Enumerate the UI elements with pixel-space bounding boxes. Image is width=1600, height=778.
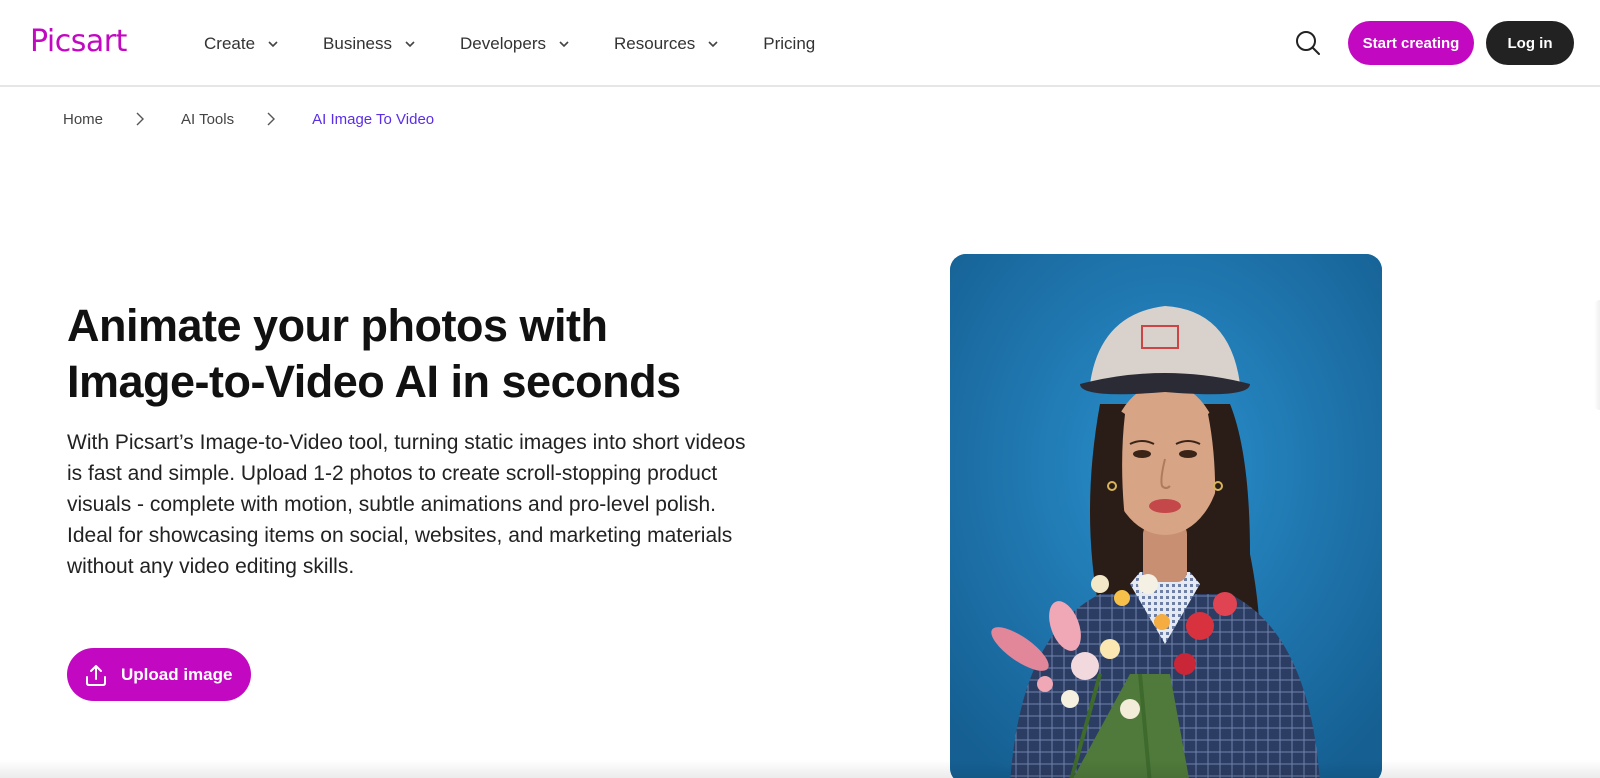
portrait-photo (950, 254, 1382, 778)
hero-title-line-2: Image-to-Video AI in seconds (67, 356, 681, 407)
search-button[interactable] (1293, 28, 1323, 58)
upload-image-button[interactable]: Upload image (67, 648, 251, 701)
search-icon (1296, 31, 1320, 55)
nav-resources-label: Resources (614, 33, 696, 53)
hero-image (950, 254, 1382, 778)
upload-icon (86, 664, 106, 686)
breadcrumb: Home AI Tools AI Image To Video (63, 107, 434, 131)
picsart-logo[interactable]: Picsart (30, 24, 127, 59)
bottom-shadow (0, 760, 1600, 778)
nav-pricing-label: Pricing (763, 33, 816, 53)
nav-create[interactable]: Create (204, 34, 279, 54)
chevron-down-icon (405, 40, 415, 47)
chevron-down-icon (268, 40, 278, 47)
hero-title-line-1: Animate your photos with (67, 300, 608, 351)
log-in-button[interactable]: Log in (1486, 21, 1574, 65)
chevron-down-icon (559, 40, 569, 47)
upload-image-label: Upload image (121, 664, 233, 684)
side-panel-edge (1594, 300, 1600, 410)
site-header: Picsart Create Business Developers Resou… (0, 0, 1600, 87)
nav-resources[interactable]: Resources (614, 34, 719, 54)
chevron-right-icon (267, 112, 276, 126)
chevron-down-icon (708, 40, 718, 47)
nav-developers[interactable]: Developers (460, 34, 570, 54)
start-creating-button[interactable]: Start creating (1348, 21, 1474, 65)
breadcrumb-current[interactable]: AI Image To Video (312, 111, 434, 128)
chevron-right-icon (136, 112, 145, 126)
nav-developers-label: Developers (460, 33, 547, 53)
hero-description: With Picsart’s Image-to-Video tool, turn… (67, 431, 746, 578)
breadcrumb-ai-tools[interactable]: AI Tools (181, 111, 234, 128)
nav-pricing[interactable]: Pricing (763, 34, 815, 54)
nav-business[interactable]: Business (323, 34, 416, 54)
nav-create-label: Create (204, 33, 256, 53)
main-nav: Create Business Developers Resources Pri… (204, 0, 859, 87)
nav-business-label: Business (323, 33, 393, 53)
breadcrumb-home[interactable]: Home (63, 111, 103, 128)
hero-title: Animate your photos with Image-to-Video … (67, 298, 827, 410)
